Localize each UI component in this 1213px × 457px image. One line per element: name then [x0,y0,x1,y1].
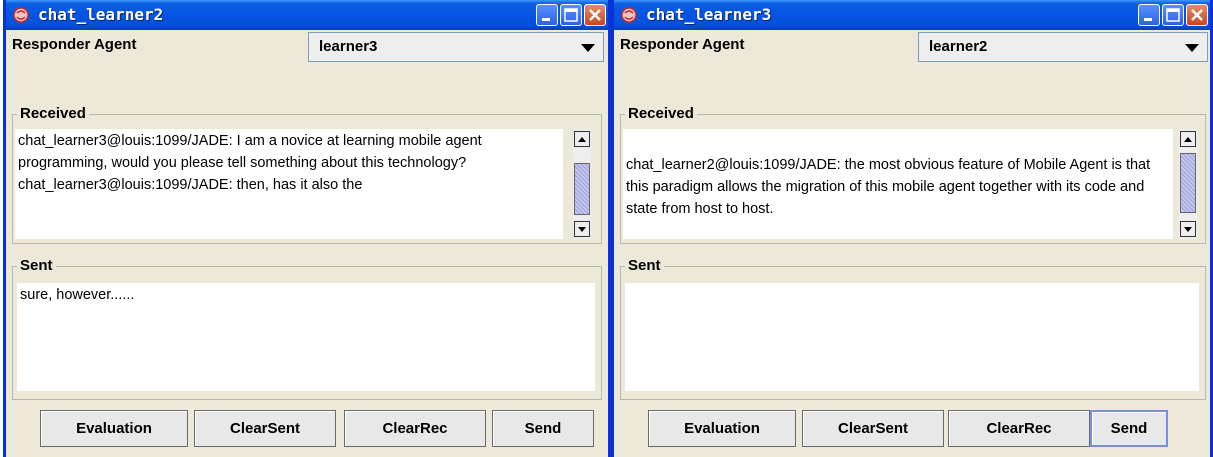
dropdown-arrow-icon [1185,44,1199,52]
chat-window-learner2: chat_learner2 Responder Agent learner3 R… [3,0,611,457]
sent-group: Sent sure, however...... [12,257,602,400]
close-icon [589,9,601,21]
maximize-icon [564,8,578,22]
scroll-down-icon [578,227,586,232]
sent-label: Sent [625,257,664,275]
responder-agent-value: learner3 [319,38,378,55]
received-label: Received [17,105,89,123]
title-bar[interactable]: chat_learner2 [6,0,608,30]
received-scrollbar[interactable] [1179,129,1197,239]
scroll-up-icon [1184,137,1192,142]
sent-textarea[interactable]: sure, however...... [17,283,595,391]
window-title: chat_learner2 [38,5,164,24]
maximize-button[interactable] [1162,4,1184,26]
sent-textarea[interactable] [625,283,1199,391]
clear-rec-button[interactable]: ClearRec [344,410,486,447]
scroll-thumb[interactable] [574,163,590,215]
scroll-up-button[interactable] [574,131,590,147]
title-bar[interactable]: chat_learner3 [614,0,1210,30]
scroll-thumb[interactable] [1180,153,1196,213]
received-label: Received [625,105,697,123]
responder-agent-dropdown[interactable]: learner2 [918,32,1208,62]
clear-sent-button[interactable]: ClearSent [194,410,336,447]
received-textarea[interactable]: chat_learner3@louis:1099/JADE: I am a no… [15,129,563,239]
received-group: Received chat_learner3@louis:1099/JADE: … [12,105,602,244]
responder-agent-dropdown[interactable]: learner3 [308,32,604,62]
evaluation-button[interactable]: Evaluation [648,410,796,447]
sent-group: Sent [620,257,1206,400]
minimize-icon [1144,18,1152,21]
clear-rec-button[interactable]: ClearRec [948,410,1090,447]
app-icon [621,7,637,23]
send-button[interactable]: Send [492,410,594,447]
minimize-button[interactable] [536,4,558,26]
maximize-button[interactable] [560,4,582,26]
scroll-down-button[interactable] [574,221,590,237]
scroll-up-button[interactable] [1180,131,1196,147]
responder-agent-label: Responder Agent [620,36,745,53]
minimize-button[interactable] [1138,4,1160,26]
scroll-down-icon [1184,227,1192,232]
chat-window-learner3: chat_learner3 Responder Agent learner2 R… [611,0,1213,457]
sent-label: Sent [17,257,56,275]
close-button[interactable] [1186,4,1208,26]
minimize-icon [542,18,550,21]
received-textarea[interactable]: chat_learner2@louis:1099/JADE: the most … [623,129,1173,239]
window-title: chat_learner3 [646,5,772,24]
dropdown-arrow-icon [581,44,595,52]
app-icon [13,7,29,23]
clear-sent-button[interactable]: ClearSent [802,410,944,447]
evaluation-button[interactable]: Evaluation [40,410,188,447]
responder-agent-label: Responder Agent [12,36,137,53]
responder-agent-value: learner2 [929,38,988,55]
received-group: Received chat_learner2@louis:1099/JADE: … [620,105,1206,244]
close-button[interactable] [584,4,606,26]
maximize-icon [1166,8,1180,22]
scroll-down-button[interactable] [1180,221,1196,237]
close-icon [1191,9,1203,21]
scroll-up-icon [578,137,586,142]
send-button[interactable]: Send [1090,410,1168,447]
received-scrollbar[interactable] [573,129,591,239]
